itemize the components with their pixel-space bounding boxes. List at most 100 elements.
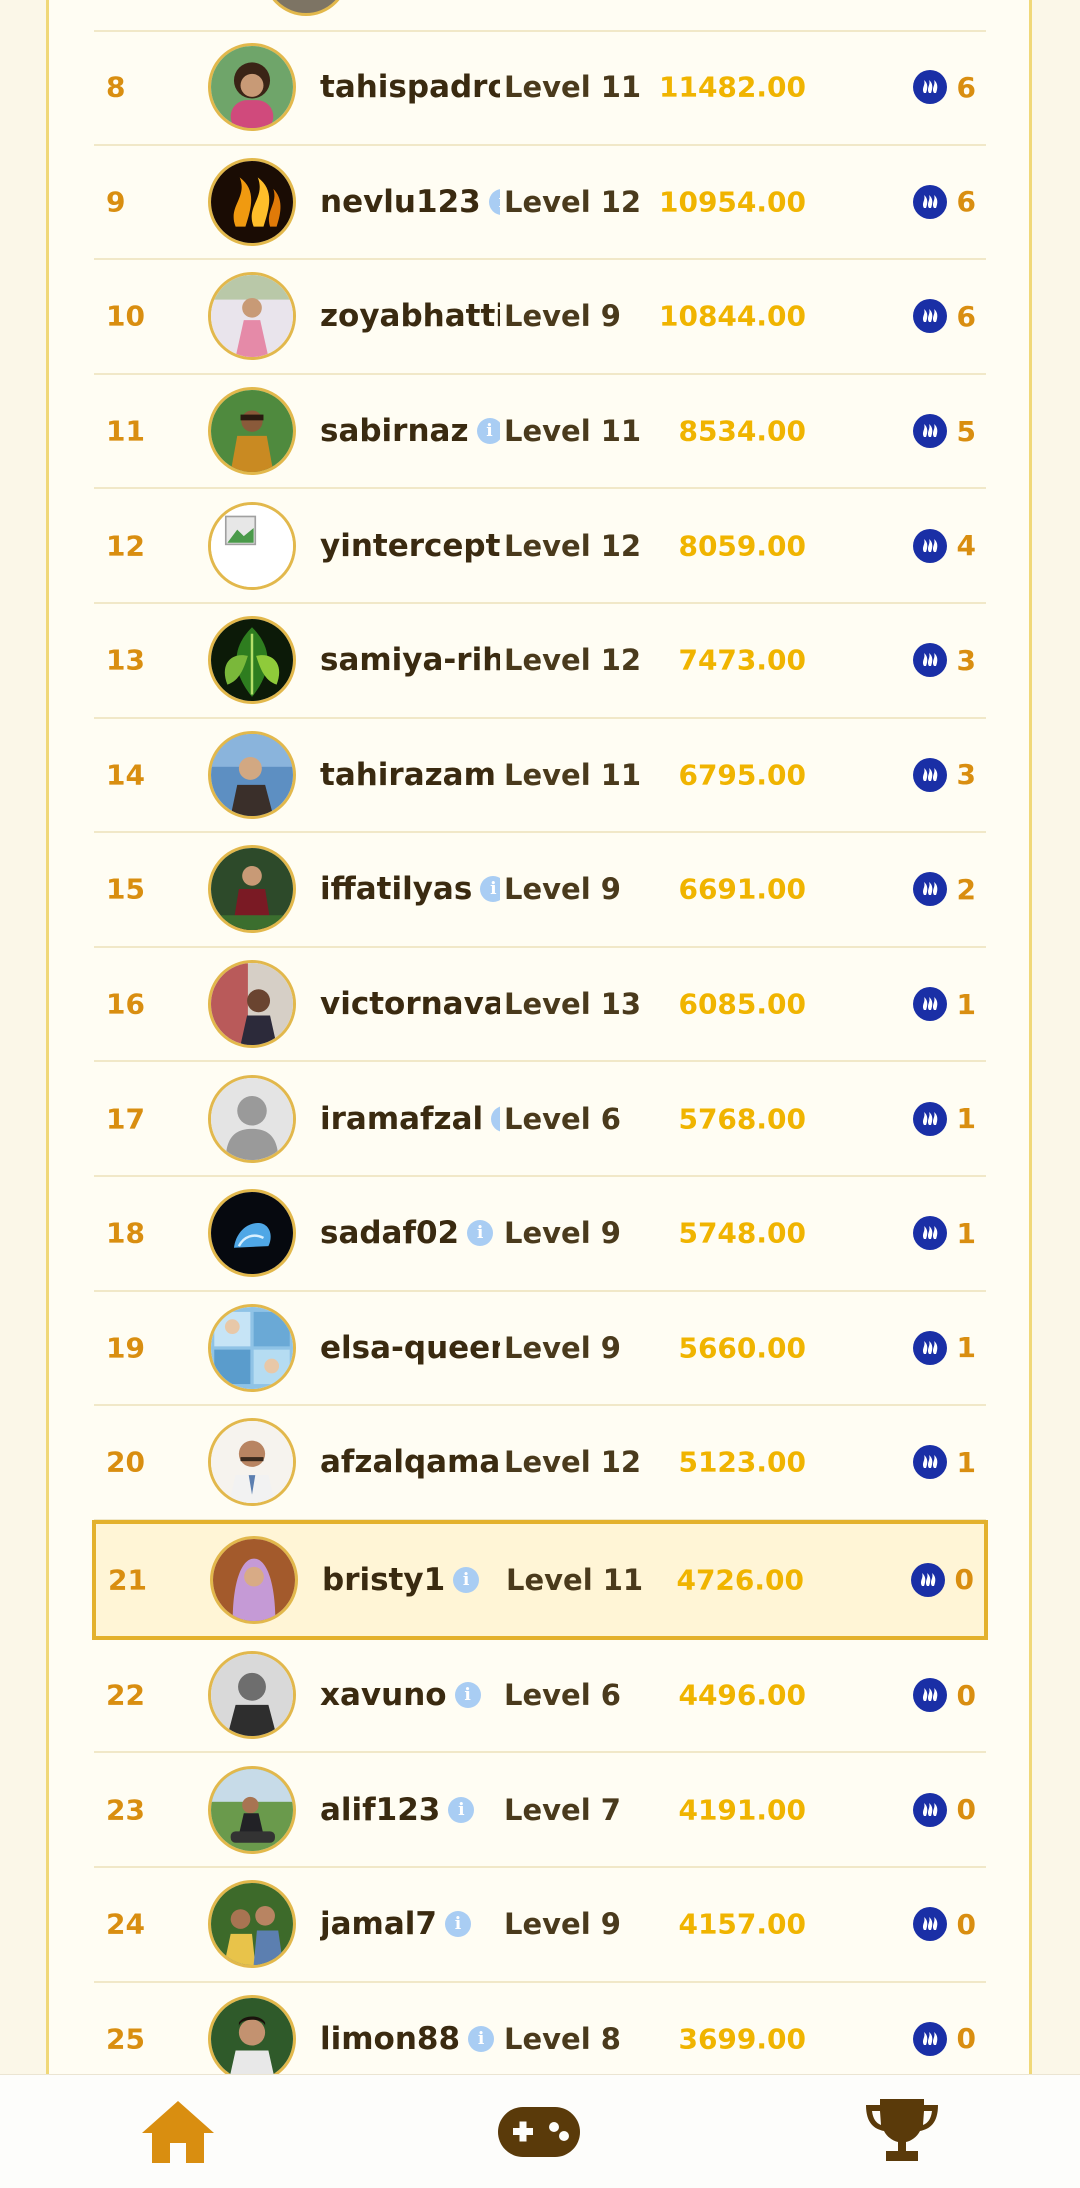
reward-cell: 2 xyxy=(912,872,976,907)
info-icon[interactable]: i xyxy=(468,2025,495,2052)
username[interactable]: limon88 xyxy=(320,2021,460,2057)
info-icon[interactable]: i xyxy=(488,188,500,215)
leaderboard-row[interactable]: 14 tahirazam Level 11 6795.00 3 xyxy=(94,719,986,834)
avatar[interactable] xyxy=(208,1994,296,2083)
user-level: Level 11 xyxy=(504,414,642,449)
reward-cell: 6 xyxy=(912,299,976,334)
reward-count: 6 xyxy=(956,299,976,333)
reward-count: 1 xyxy=(956,1445,976,1479)
avatar[interactable] xyxy=(208,1418,296,1507)
info-icon[interactable]: i xyxy=(467,1220,494,1247)
avatar[interactable] xyxy=(208,1880,296,1969)
leaderboard-row[interactable]: 8 tahispadro Level 11 11482.00 6 xyxy=(94,31,986,146)
username[interactable]: bristy1 xyxy=(322,1562,445,1598)
avatar[interactable] xyxy=(208,1651,296,1740)
username[interactable]: elsa-queen xyxy=(320,1330,500,1366)
reward-count: 0 xyxy=(956,1907,976,1941)
trophy-icon xyxy=(866,2099,938,2161)
username[interactable]: victornava xyxy=(320,986,500,1022)
leaderboard-row[interactable]: 23 alif123 i Level 7 4191.00 0 xyxy=(94,1753,986,1868)
reward-cell: 0 xyxy=(912,1792,976,1827)
avatar[interactable] xyxy=(208,387,296,476)
leaderboard-row[interactable]: 16 victornava Level 13 6085.00 1 xyxy=(94,948,986,1063)
leaderboard-row[interactable]: 12 yintercept Level 12 8059.00 4 xyxy=(94,489,986,604)
leaderboard-row[interactable]: 17 iramafzal iLevel 6 5768.00 1 xyxy=(94,1062,986,1177)
username[interactable]: jamal7 xyxy=(320,1906,437,1942)
leaderboard-row[interactable]: 18 sadaf02 i Level 9 5748.00 1 xyxy=(94,1177,986,1292)
username-cell: tahirazam xyxy=(320,757,500,793)
username[interactable]: iramafzal xyxy=(320,1101,483,1137)
leaderboard-row[interactable]: 15 iffatilyas i Level 9 6691.00 2 xyxy=(94,833,986,948)
steem-coin-icon xyxy=(912,987,947,1022)
avatar[interactable] xyxy=(208,960,296,1049)
avatar[interactable] xyxy=(208,157,296,246)
user-level: Level 13 xyxy=(504,987,642,1022)
reward-cell: 6 xyxy=(912,70,976,105)
current-user-row[interactable]: 21 bristy1 i Level 11 4726.00 0 xyxy=(92,1519,988,1640)
avatar[interactable] xyxy=(208,1303,296,1392)
avatar[interactable] xyxy=(208,845,296,934)
avatar[interactable] xyxy=(208,1765,296,1854)
username-cell: zoyabhatti xyxy=(320,298,500,334)
reward-cell: 0 xyxy=(910,1562,974,1597)
info-icon[interactable]: i xyxy=(444,1911,471,1938)
user-points: 5660.00 xyxy=(678,1331,806,1365)
steem-coin-icon xyxy=(910,1562,945,1597)
leaderboard-row[interactable]: 10 zoyabhatti Level 9 10844.00 6 xyxy=(94,260,986,375)
steem-coin-icon xyxy=(912,70,947,105)
user-level: Level 9 xyxy=(504,1330,621,1365)
info-icon[interactable]: i xyxy=(480,876,500,903)
avatar[interactable] xyxy=(208,1074,296,1163)
leaderboard-row[interactable]: 19 elsa-queen Level 9 5660.00 1 xyxy=(94,1292,986,1407)
username[interactable]: xavuno xyxy=(320,1677,447,1713)
username[interactable]: sadaf02 xyxy=(320,1215,459,1251)
steem-coin-icon xyxy=(912,1216,947,1251)
steem-coin-icon xyxy=(912,184,947,219)
avatar[interactable] xyxy=(208,501,296,590)
nav-home-button[interactable] xyxy=(138,2097,218,2171)
user-points: 5748.00 xyxy=(678,1216,806,1250)
avatar[interactable] xyxy=(208,730,296,819)
info-icon[interactable]: i xyxy=(453,1566,480,1593)
info-icon[interactable]: i xyxy=(454,1682,481,1709)
nav-games-button[interactable] xyxy=(496,2105,582,2165)
avatar[interactable] xyxy=(208,1189,296,1278)
avatar[interactable] xyxy=(208,43,296,132)
reward-cell: 5 xyxy=(912,414,976,449)
leaderboard-list: 8tahispadroLevel 1111482.0069nevlu123iLe… xyxy=(92,31,988,2098)
leaderboard-row[interactable]: 24 jamal7 i Level 9 4157.00 0 xyxy=(94,1868,986,1983)
username[interactable]: sabirnaz xyxy=(320,413,469,449)
rank-number: 20 xyxy=(106,1445,145,1479)
reward-count: 4 xyxy=(956,529,976,563)
avatar[interactable] xyxy=(208,272,296,361)
reward-count: 0 xyxy=(954,1563,974,1597)
username[interactable]: nevlu123 xyxy=(320,184,481,220)
username[interactable]: tahirazam xyxy=(320,757,496,793)
leaderboard-row[interactable]: 20 afzalqamar Level 12 5123.00 1 xyxy=(94,1406,986,1521)
info-icon[interactable]: i xyxy=(491,1105,500,1132)
username[interactable]: zoyabhatti xyxy=(320,298,500,334)
rank-number: 24 xyxy=(106,1907,145,1941)
leaderboard-row[interactable]: 11 sabirnaz i Level 11 8534.00 5 xyxy=(94,375,986,490)
leaderboard-row[interactable]: 9 nevlu123 iLevel 12 10954.00 6 xyxy=(94,146,986,261)
username[interactable]: tahispadro xyxy=(320,69,500,105)
avatar[interactable] xyxy=(210,1535,298,1624)
reward-cell: 0 xyxy=(912,1678,976,1713)
rank-number: 19 xyxy=(106,1331,145,1365)
home-icon xyxy=(142,2101,214,2163)
username[interactable]: samiya-rih xyxy=(320,642,500,678)
leaderboard-row[interactable]: 13 samiya-rih Level 12 7473.00 3 xyxy=(94,604,986,719)
username-cell: alif123 i xyxy=(320,1792,500,1828)
avatar[interactable] xyxy=(208,616,296,705)
username[interactable]: iffatilyas xyxy=(320,871,472,907)
info-icon[interactable]: i xyxy=(476,418,500,445)
username[interactable]: alif123 xyxy=(320,1792,440,1828)
username-cell: elsa-queen xyxy=(320,1330,500,1366)
info-icon[interactable]: i xyxy=(448,1796,475,1823)
reward-count: 1 xyxy=(956,1216,976,1250)
username[interactable]: afzalqamar xyxy=(320,1444,500,1480)
nav-leaderboard-button[interactable] xyxy=(862,2095,942,2169)
reward-count: 6 xyxy=(956,70,976,104)
username[interactable]: yintercept xyxy=(320,528,500,564)
leaderboard-row[interactable]: 22 xavuno i Level 6 4496.00 0 xyxy=(94,1639,986,1754)
